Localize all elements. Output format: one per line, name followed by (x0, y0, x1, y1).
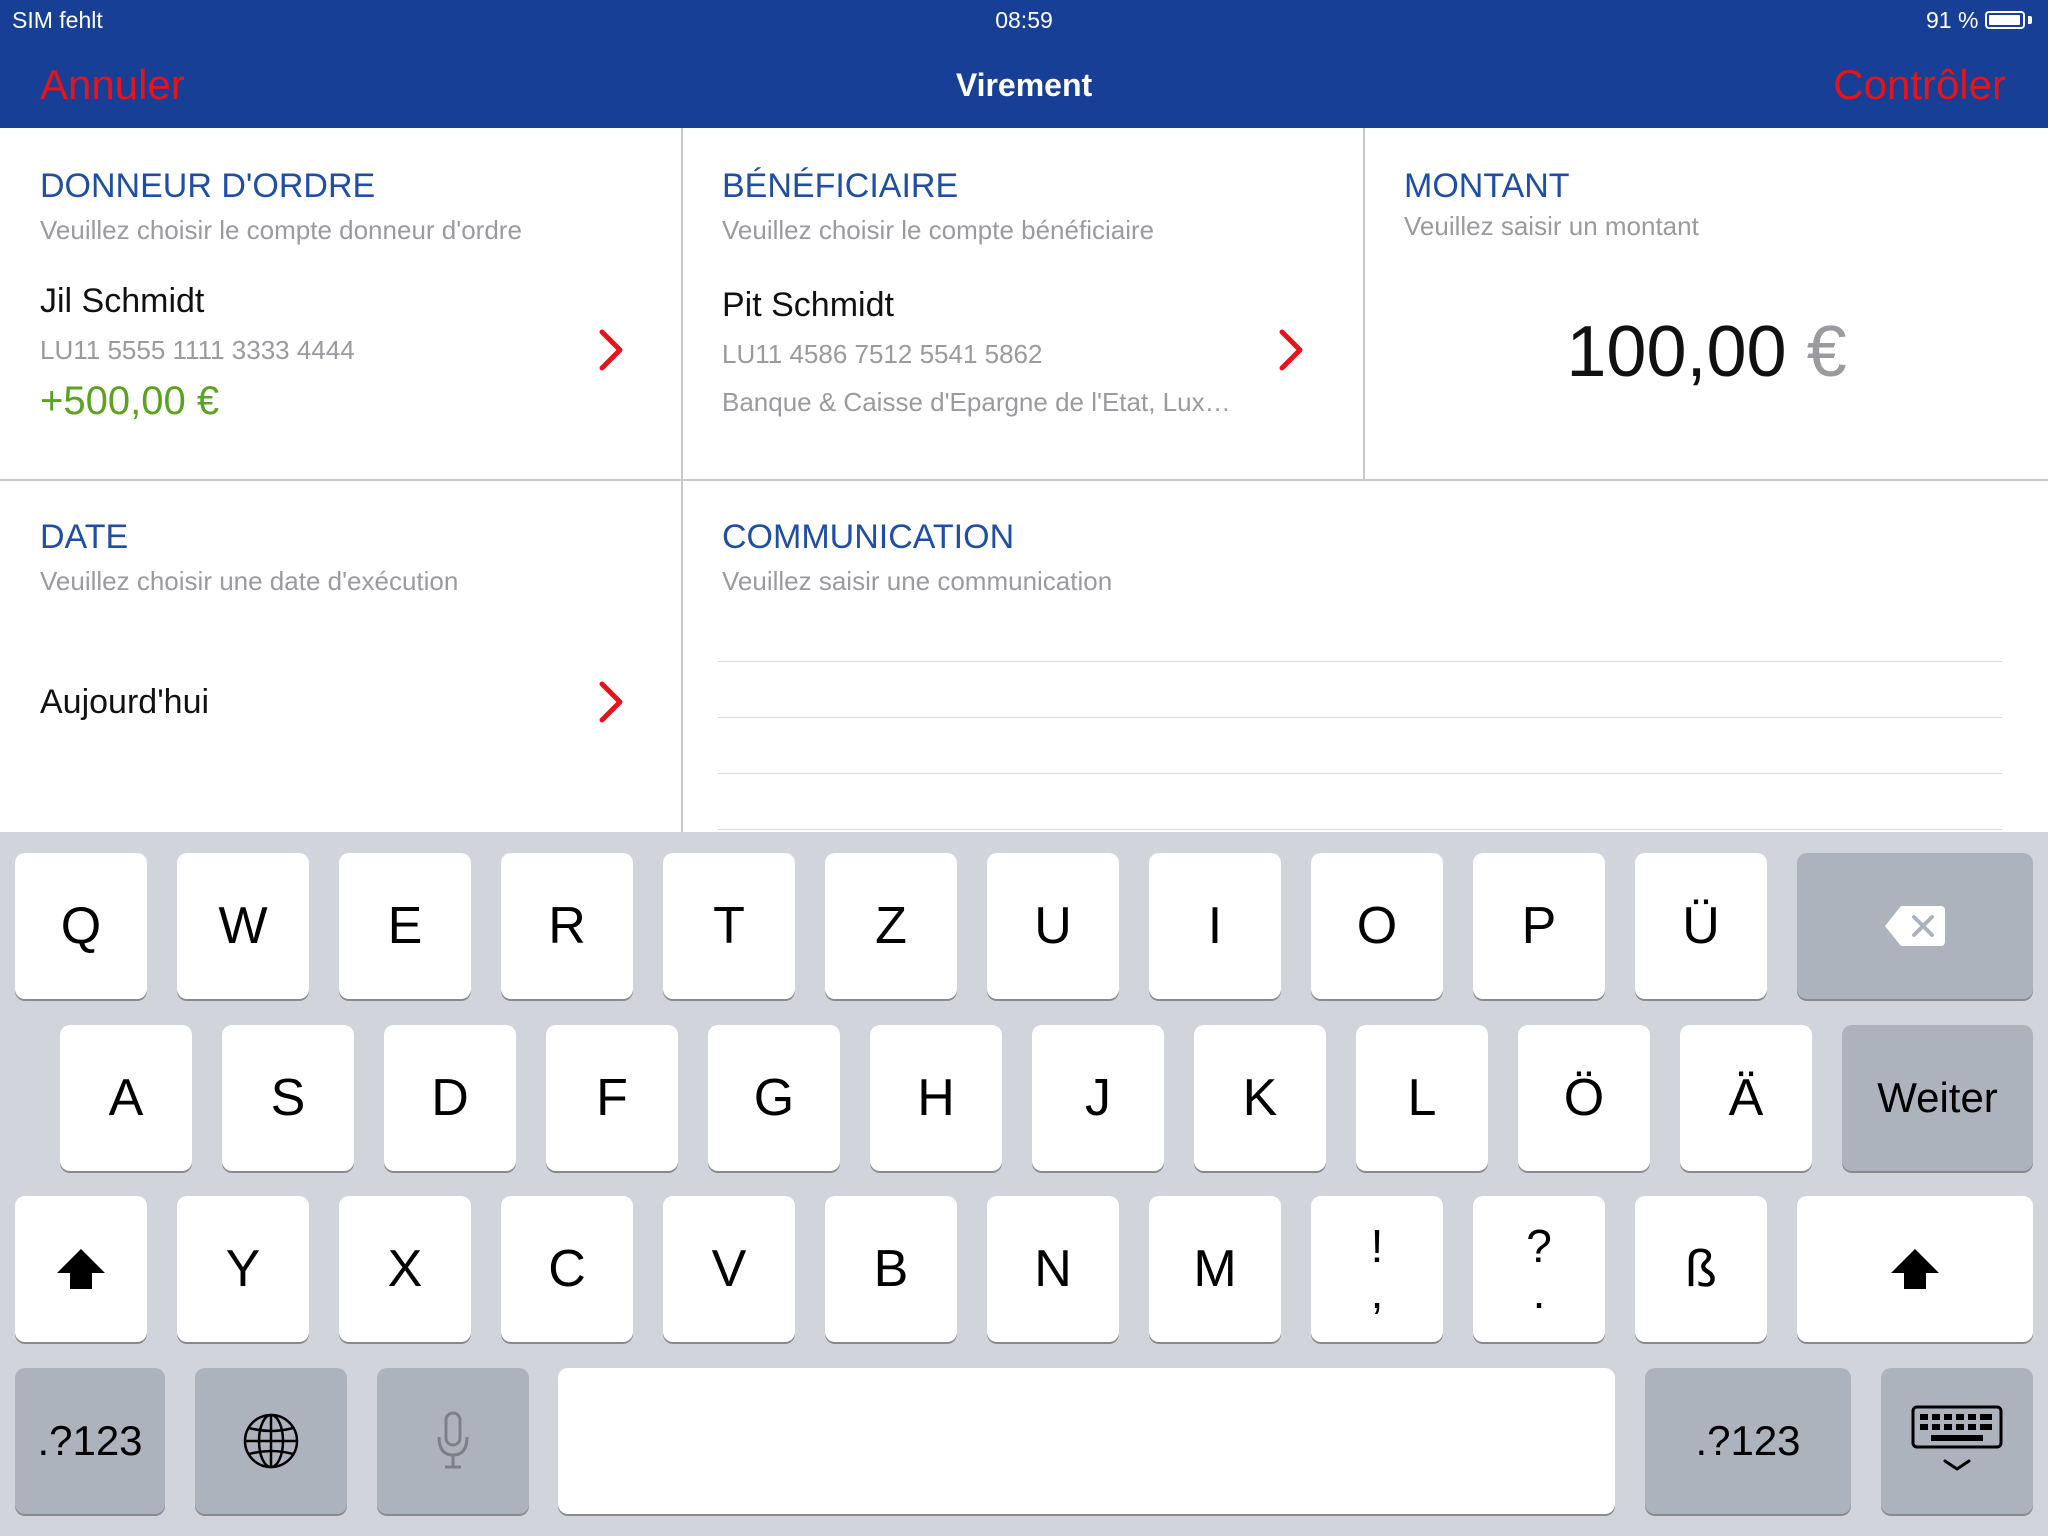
key-exclamation-comma[interactable]: ! , (1311, 1196, 1443, 1342)
communication-line-4 (718, 829, 2002, 830)
communication-line-2 (718, 717, 2002, 718)
key-a[interactable]: A (60, 1025, 192, 1171)
sender-balance: +500,00 € (40, 379, 220, 423)
key-b[interactable]: B (825, 1196, 957, 1342)
backspace-icon (1885, 906, 1945, 946)
beneficiary-iban: LU11 4586 7512 5541 5862 (722, 339, 1043, 369)
communication-hint: Veuillez saisir une communication (722, 566, 1113, 596)
page-title: Virement (955, 67, 1093, 103)
globe-icon (243, 1413, 299, 1469)
key-m[interactable]: M (1149, 1196, 1281, 1342)
key-x[interactable]: X (339, 1196, 471, 1342)
key-question-label: ? (1526, 1220, 1552, 1272)
sender-hint: Veuillez choisir le compte donneur d'ord… (40, 215, 522, 245)
key-o-umlaut[interactable]: Ö (1518, 1025, 1650, 1171)
dictation-key[interactable] (377, 1368, 529, 1514)
key-u[interactable]: U (987, 853, 1119, 999)
chevron-right-icon[interactable] (596, 680, 626, 724)
beneficiary-panel[interactable]: BÉNÉFICIAIRE Veuillez choisir le compte … (683, 128, 1363, 479)
keyboard-dismiss-icon (1911, 1405, 2003, 1471)
key-question-period[interactable]: ? . (1473, 1196, 1605, 1342)
sender-panel[interactable]: DONNEUR D'ORDRE Veuillez choisir le comp… (0, 128, 681, 479)
sender-name: Jil Schmidt (40, 282, 205, 320)
dismiss-keyboard-key[interactable] (1881, 1368, 2033, 1514)
key-c[interactable]: C (501, 1196, 633, 1342)
key-exclamation-label: ! (1370, 1220, 1384, 1272)
key-h[interactable]: H (870, 1025, 1002, 1171)
key-o[interactable]: O (1311, 853, 1443, 999)
key-z[interactable]: Z (825, 853, 957, 999)
key-t[interactable]: T (663, 853, 795, 999)
shift-key-left[interactable] (15, 1196, 147, 1342)
sender-title: DONNEUR D'ORDRE (40, 167, 376, 205)
beneficiary-hint: Veuillez choisir le compte bénéficiaire (722, 215, 1155, 245)
key-r[interactable]: R (501, 853, 633, 999)
status-time: 08:59 (995, 7, 1053, 33)
shift-icon (1891, 1249, 1939, 1289)
beneficiary-title: BÉNÉFICIAIRE (722, 167, 959, 205)
amount-currency: € (1806, 312, 1847, 392)
amount-value: 100,00 (1566, 312, 1787, 392)
key-v[interactable]: V (663, 1196, 795, 1342)
key-q[interactable]: Q (15, 853, 147, 999)
microphone-icon (437, 1411, 469, 1469)
communication-title: COMMUNICATION (722, 518, 1015, 556)
key-w[interactable]: W (177, 853, 309, 999)
date-hint: Veuillez choisir une date d'exécution (40, 566, 459, 596)
amount-title: MONTANT (1404, 167, 1570, 205)
date-value: Aujourd'hui (40, 683, 210, 721)
shift-key-right[interactable] (1797, 1196, 2033, 1342)
key-d[interactable]: D (384, 1025, 516, 1171)
communication-input[interactable] (718, 620, 2002, 832)
key-comma-label: , (1370, 1266, 1384, 1318)
key-p[interactable]: P (1473, 853, 1605, 999)
numbers-key-right[interactable]: .?123 (1645, 1368, 1851, 1514)
beneficiary-bank: Banque & Caisse d'Epargne de l'Etat, Lux… (722, 387, 1231, 417)
key-a-umlaut[interactable]: Ä (1680, 1025, 1812, 1171)
amount-hint: Veuillez saisir un montant (1404, 211, 1699, 241)
key-y[interactable]: Y (177, 1196, 309, 1342)
communication-line-1 (718, 661, 2002, 662)
sender-iban: LU11 5555 1111 3333 4444 (40, 335, 355, 365)
key-l[interactable]: L (1356, 1025, 1488, 1171)
key-i[interactable]: I (1149, 853, 1281, 999)
battery-percent: 91 % (1926, 7, 1979, 33)
date-title: DATE (40, 518, 129, 556)
beneficiary-name: Pit Schmidt (722, 286, 894, 324)
key-g[interactable]: G (708, 1025, 840, 1171)
check-button[interactable]: Contrôler (1833, 60, 2006, 110)
date-panel[interactable]: DATE Veuillez choisir une date d'exécuti… (0, 481, 681, 832)
battery-icon (1985, 11, 2025, 29)
shift-icon (57, 1249, 105, 1289)
amount-field[interactable]: 100,00 € (1365, 312, 2048, 392)
amount-panel[interactable]: MONTANT Veuillez saisir un montant 100,0… (1365, 128, 2048, 479)
globe-key[interactable] (195, 1368, 347, 1514)
numbers-key-left[interactable]: .?123 (15, 1368, 165, 1514)
key-eszett[interactable]: ß (1635, 1196, 1767, 1342)
battery-tip (2028, 16, 2032, 24)
key-s[interactable]: S (222, 1025, 354, 1171)
key-n[interactable]: N (987, 1196, 1119, 1342)
chevron-right-icon[interactable] (1276, 328, 1306, 372)
key-e[interactable]: E (339, 853, 471, 999)
key-k[interactable]: K (1194, 1025, 1326, 1171)
key-j[interactable]: J (1032, 1025, 1164, 1171)
key-period-label: . (1532, 1266, 1546, 1318)
key-f[interactable]: F (546, 1025, 678, 1171)
communication-line-3 (718, 773, 2002, 774)
space-bar[interactable] (558, 1368, 1615, 1514)
return-key[interactable]: Weiter (1842, 1025, 2033, 1171)
key-u-umlaut[interactable]: Ü (1635, 853, 1767, 999)
backspace-key[interactable] (1797, 853, 2033, 999)
chevron-right-icon[interactable] (596, 328, 626, 372)
